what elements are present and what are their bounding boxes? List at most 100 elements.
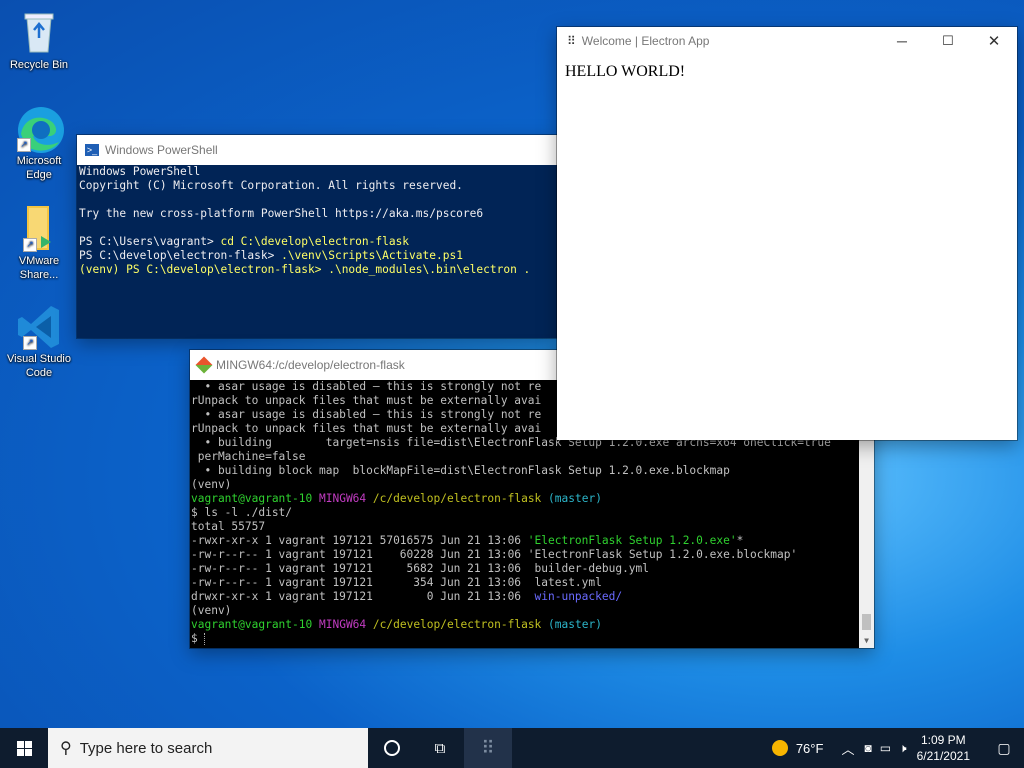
file-meta: -rw-r--r-- 1 vagrant 197121 60228 Jun 21… <box>191 548 528 561</box>
window-title: Windows PowerShell <box>105 143 218 157</box>
search-box[interactable]: ⚲ Type here to search <box>48 728 368 768</box>
prompt: (venv) PS C:\develop\electron-flask> <box>79 263 329 276</box>
desktop-icon-recycle-bin[interactable]: Recycle Bin <box>0 8 78 72</box>
meet-now-icon[interactable]: ◙ <box>864 741 871 755</box>
console-line: vagrant@vagrant-10 MINGW64 /c/develop/el… <box>191 492 873 506</box>
text-cursor <box>204 633 206 645</box>
start-button[interactable] <box>0 728 48 768</box>
file-meta: -rw-r--r-- 1 vagrant 197121 5682 Jun 21 … <box>191 562 535 575</box>
electron-titlebar[interactable]: ⠿ Welcome | Electron App ─ ☐ ✕ <box>557 27 1017 55</box>
desktop-icon-label: Visual Studio Code <box>6 353 71 379</box>
taskbar-app-electron[interactable]: ⠿ <box>464 728 512 768</box>
console-line: PS C:\develop\electron-flask> .\venv\Scr… <box>79 249 555 263</box>
console-line: total 55757 <box>191 520 266 533</box>
file-meta: -rw-r--r-- 1 vagrant 197121 354 Jun 21 1… <box>191 576 535 589</box>
prompt-user: vagrant@vagrant-10 <box>191 618 313 631</box>
cortana-icon <box>384 740 400 756</box>
network-icon[interactable]: ▭ <box>880 741 891 755</box>
console-line: drwxr-xr-x 1 vagrant 197121 0 Jun 21 13:… <box>191 590 873 604</box>
minimize-button[interactable]: ─ <box>879 33 925 49</box>
prompt-branch: (master) <box>548 492 602 505</box>
console-line: -rw-r--r-- 1 vagrant 197121 5682 Jun 21 … <box>191 562 873 576</box>
app-grid-icon: ⠿ <box>567 34 576 48</box>
electron-window[interactable]: ⠿ Welcome | Electron App ─ ☐ ✕ HELLO WOR… <box>557 27 1017 440</box>
git-bash-icon <box>195 356 213 374</box>
powershell-window[interactable]: >_ Windows PowerShell Windows PowerShell… <box>77 135 557 338</box>
weather-widget[interactable]: 76°F <box>771 740 824 756</box>
electron-content: HELLO WORLD! <box>557 55 1017 89</box>
console-line: PS C:\Users\vagrant> cd C:\develop\elect… <box>79 235 555 249</box>
prompt-system: MINGW64 <box>319 492 367 505</box>
console-line: perMachine=false <box>191 450 306 463</box>
shortcut-arrow-icon: ↗ <box>23 238 37 252</box>
notification-icon: ▢ <box>997 739 1011 756</box>
notifications-button[interactable]: ▢ <box>984 728 1024 768</box>
console-line: $ <box>191 632 873 646</box>
scroll-down-arrow[interactable]: ▼ <box>859 634 874 648</box>
prompt: PS C:\develop\electron-flask> <box>79 249 282 262</box>
close-button[interactable]: ✕ <box>971 32 1017 50</box>
powershell-icon: >_ <box>85 144 99 156</box>
console-line: • building block map blockMapFile=dist\E… <box>191 464 730 477</box>
prompt-path: /c/develop/electron-flask <box>372 618 542 631</box>
weather-temp: 76°F <box>795 740 824 756</box>
file-name: builder-debug.yml <box>534 562 650 575</box>
powershell-console[interactable]: Windows PowerShell Copyright (C) Microsof… <box>77 165 557 338</box>
file-name: win-unpacked/ <box>534 590 623 603</box>
windows-logo-icon <box>16 740 32 756</box>
file-name: 'ElectronFlask Setup 1.2.0.exe' <box>527 534 737 547</box>
desktop-icon-edge[interactable]: ↗ Microsoft Edge <box>0 104 78 182</box>
console-line: vagrant@vagrant-10 MINGW64 /c/develop/el… <box>191 618 873 632</box>
file-name: 'ElectronFlask Setup 1.2.0.exe.blockmap' <box>527 548 798 561</box>
desktop-icon-vscode[interactable]: ↗ Visual Studio Code <box>0 302 78 380</box>
powershell-titlebar[interactable]: >_ Windows PowerShell <box>77 135 557 165</box>
task-view-button[interactable]: ⧉ <box>416 728 464 768</box>
desktop-icon-vmware-share[interactable]: ↗ VMware Share... <box>0 204 78 282</box>
edge-icon: ↗ <box>15 104 64 153</box>
window-title: Welcome | Electron App <box>581 34 710 48</box>
command: .\venv\Scripts\Activate.ps1 <box>281 249 463 262</box>
maximize-button[interactable]: ☐ <box>925 33 971 49</box>
scroll-thumb[interactable] <box>862 614 871 630</box>
console-line: -rw-r--r-- 1 vagrant 197121 354 Jun 21 1… <box>191 576 873 590</box>
search-placeholder: Type here to search <box>79 739 213 757</box>
console-line: $ ls -l ./dist/ <box>191 506 293 519</box>
hello-text: HELLO WORLD! <box>565 63 686 80</box>
file-suffix: * <box>736 534 744 547</box>
desktop-icon-label: Microsoft Edge <box>16 155 62 181</box>
prompt: PS C:\Users\vagrant> <box>79 235 221 248</box>
search-icon: ⚲ <box>60 740 72 757</box>
shortcut-arrow-icon: ↗ <box>23 336 37 350</box>
prompt-dollar: $ <box>191 632 205 645</box>
volume-muted-icon[interactable]: 🕨 <box>899 741 907 756</box>
desktop-icon-label: VMware Share... <box>18 255 60 281</box>
prompt-system: MINGW64 <box>319 618 367 631</box>
chevron-up-icon[interactable]: ︿ <box>841 739 854 758</box>
app-grid-icon: ⠿ <box>481 737 495 758</box>
cortana-button[interactable] <box>368 728 416 768</box>
console-line: -rwxr-xr-x 1 vagrant 197121 57016575 Jun… <box>191 534 873 548</box>
sun-icon <box>771 740 788 756</box>
folder-icon: ↗ <box>15 204 63 252</box>
vscode-icon: ↗ <box>15 302 63 350</box>
recycle-bin-icon <box>15 8 63 56</box>
console-line: Copyright (C) Microsoft Corporation. All… <box>79 179 463 192</box>
task-view-icon: ⧉ <box>434 739 446 757</box>
shortcut-arrow-icon: ↗ <box>17 138 31 152</box>
file-name: latest.yml <box>534 576 602 589</box>
clock-time: 1:09 PM <box>920 733 966 747</box>
file-meta: drwxr-xr-x 1 vagrant 197121 0 Jun 21 13:… <box>191 590 535 603</box>
console-line: (venv) <box>191 478 232 491</box>
console-line: Windows PowerShell <box>79 165 201 178</box>
console-line: -rw-r--r-- 1 vagrant 197121 60228 Jun 21… <box>191 548 873 562</box>
command: cd C:\develop\electron-flask <box>220 235 410 248</box>
console-line: Try the new cross-platform PowerShell ht… <box>79 207 484 220</box>
console-line: (venv) PS C:\develop\electron-flask> .\n… <box>79 263 555 277</box>
prompt-user: vagrant@vagrant-10 <box>191 492 313 505</box>
clock[interactable]: 1:09 PM 6/21/2021 <box>917 732 970 764</box>
prompt-branch: (master) <box>548 618 602 631</box>
file-meta: -rwxr-xr-x 1 vagrant 197121 57016575 Jun… <box>191 534 528 547</box>
taskbar: ⚲ Type here to search ⧉ ⠿ 76°F ︿ ◙ ▭ 🕨 1… <box>0 728 1024 768</box>
